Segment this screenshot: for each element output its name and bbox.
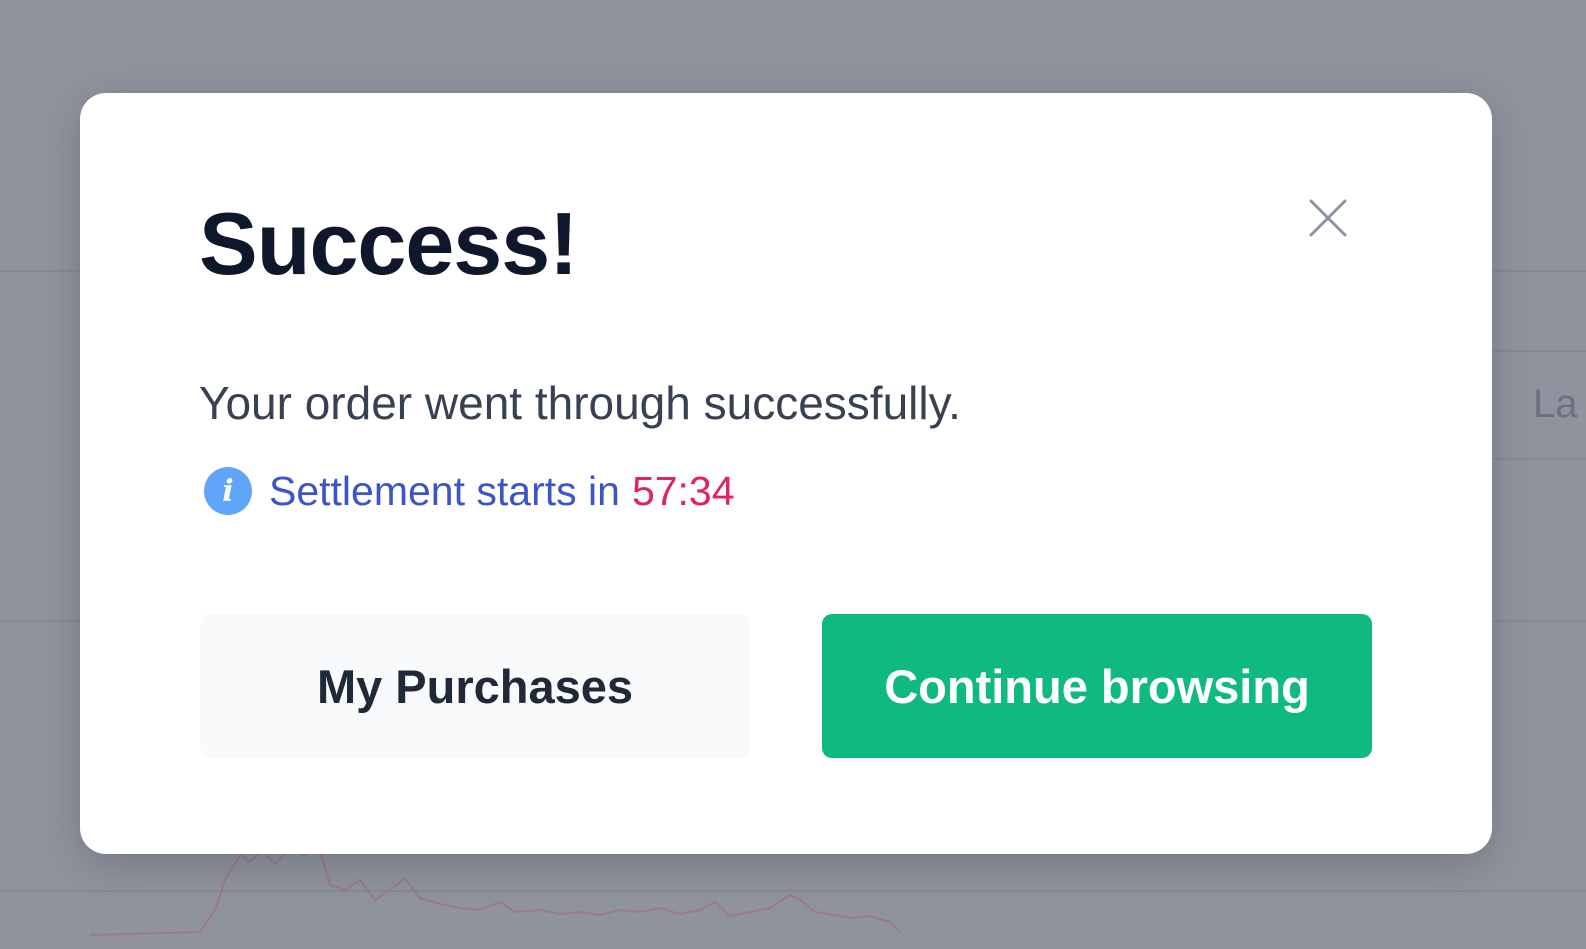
my-purchases-button[interactable]: My Purchases [200,614,750,758]
continue-browsing-button[interactable]: Continue browsing [822,614,1372,758]
modal-title: Success! [199,194,578,293]
success-message: Your order went through successfully. [199,377,961,429]
settlement-countdown: 57:34 [631,467,735,514]
settlement-notice: i Settlement starts in 57:34 [204,467,735,515]
info-icon: i [204,467,252,515]
close-icon[interactable] [1308,198,1348,238]
settlement-label: Settlement starts in [269,467,620,514]
background-tab-label[interactable]: La [1533,382,1578,427]
success-modal: Success! Your order went through success… [80,93,1492,854]
background-price-chart [89,843,901,936]
close-button[interactable] [1298,188,1358,248]
